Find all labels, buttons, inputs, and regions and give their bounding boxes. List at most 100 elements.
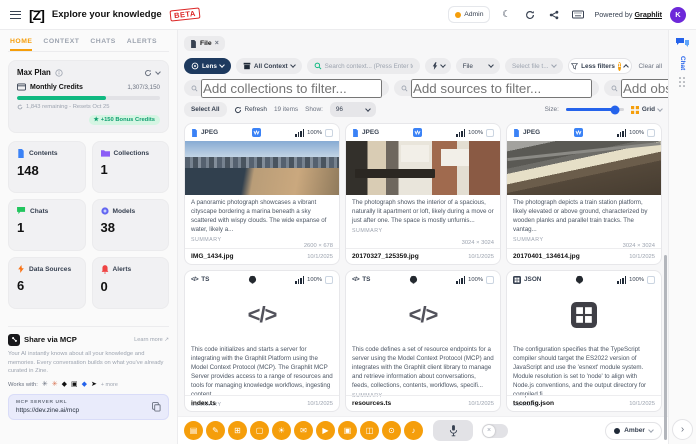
idea-action-button[interactable]: ☀ bbox=[272, 421, 291, 440]
context-search[interactable] bbox=[307, 58, 420, 74]
less-filters-button[interactable]: Less filters 1 bbox=[568, 58, 632, 74]
file-type-dropdown[interactable]: File bbox=[456, 58, 500, 74]
archive-box-icon bbox=[243, 62, 251, 70]
document-action-button[interactable]: ▢ bbox=[250, 421, 269, 440]
quick-actions-dropdown[interactable] bbox=[425, 58, 451, 74]
relevance-bars-icon bbox=[456, 129, 465, 137]
tab-alerts[interactable]: ALERTS bbox=[127, 38, 157, 51]
content-card[interactable]: JPEG 100% A panoramic photograph showcas… bbox=[184, 123, 340, 265]
expand-panel-button[interactable]: › bbox=[672, 419, 693, 440]
content-card[interactable]: </> TS 100% </> This code initializes an… bbox=[184, 270, 340, 412]
contents-icon bbox=[17, 149, 25, 158]
tab-chats[interactable]: CHATS bbox=[90, 38, 115, 51]
card-summary: A panoramic photograph showcases a vibra… bbox=[191, 199, 333, 235]
graphlit-link[interactable]: Graphlit bbox=[634, 10, 662, 19]
stat-models[interactable]: Models 38 bbox=[92, 199, 170, 251]
dark-mode-icon[interactable]: ☾ bbox=[498, 7, 514, 23]
collections-input[interactable] bbox=[201, 79, 382, 98]
keyboard-icon[interactable] bbox=[570, 7, 586, 23]
sources-filter-input[interactable] bbox=[394, 80, 599, 96]
card-summary: The photograph depicts a train station p… bbox=[513, 199, 655, 235]
data-sources-icon bbox=[17, 265, 25, 273]
edit-action-button[interactable]: ✎ bbox=[206, 421, 225, 440]
refresh-credits-icon[interactable] bbox=[144, 69, 152, 77]
mcp-section: Share via MCP Learn more ↗ Your AI insta… bbox=[8, 326, 169, 420]
observations-input[interactable] bbox=[621, 79, 668, 98]
tab-context[interactable]: CONTEXT bbox=[43, 38, 79, 51]
stat-chats[interactable]: Chats 1 bbox=[8, 199, 86, 251]
stat-alerts[interactable]: Alerts 0 bbox=[92, 257, 170, 309]
lightning-icon bbox=[432, 62, 438, 70]
admin-button[interactable]: Admin bbox=[448, 6, 490, 23]
card-checkbox[interactable] bbox=[647, 276, 655, 284]
jpeg-file-icon bbox=[352, 129, 359, 137]
select-all-button[interactable]: Select All bbox=[184, 102, 227, 117]
voice-toggle[interactable]: × bbox=[482, 424, 508, 438]
refresh-icon[interactable] bbox=[522, 7, 538, 23]
observations-filter-input[interactable] bbox=[604, 80, 668, 96]
sources-input[interactable] bbox=[411, 79, 592, 98]
microphone-button[interactable] bbox=[433, 420, 473, 441]
mcp-learn-more-link[interactable]: Learn more ↗ bbox=[134, 337, 169, 343]
user-avatar[interactable]: K bbox=[670, 7, 686, 23]
target-action-button[interactable]: ⊙ bbox=[382, 421, 401, 440]
content-grid: JPEG 100% A panoramic photograph showcas… bbox=[184, 123, 662, 412]
content-card[interactable]: </> TS 100% </> This code defines a set … bbox=[345, 270, 501, 412]
card-type-label: JPEG bbox=[362, 129, 379, 136]
content-card[interactable]: JSON 100% The configuration specifies th… bbox=[506, 270, 662, 412]
card-checkbox[interactable] bbox=[325, 276, 333, 284]
card-thumbnail[interactable] bbox=[507, 141, 661, 195]
select-file-type-dropdown[interactable]: Select file t... bbox=[505, 58, 563, 74]
page-size-dropdown[interactable]: 96 bbox=[330, 102, 376, 117]
lens-button[interactable]: Lens bbox=[184, 58, 231, 74]
clear-all-link[interactable]: Clear all bbox=[639, 63, 662, 70]
filter-count-badge: 1 bbox=[618, 62, 621, 71]
file-action-button[interactable]: ▣ bbox=[338, 421, 357, 440]
card-thumbnail[interactable] bbox=[185, 141, 339, 195]
stat-contents[interactable]: Contents 148 bbox=[8, 141, 86, 193]
chat-panel-label[interactable]: Chat bbox=[679, 56, 686, 70]
typescript-file-icon: </> bbox=[191, 277, 198, 283]
collections-filter-input[interactable] bbox=[184, 80, 389, 96]
hamburger-menu-icon[interactable] bbox=[10, 11, 21, 19]
card-checkbox[interactable] bbox=[325, 129, 333, 137]
content-card[interactable]: JPEG 100% The photograph depicts a train… bbox=[506, 123, 662, 265]
all-context-dropdown[interactable]: All Context bbox=[236, 58, 302, 74]
scrollbar-thumb[interactable] bbox=[664, 255, 667, 440]
card-checkbox[interactable] bbox=[486, 129, 494, 137]
slider-knob[interactable] bbox=[611, 105, 620, 114]
toggle-knob[interactable]: × bbox=[483, 425, 495, 437]
theme-dropdown[interactable]: Amber bbox=[605, 422, 662, 440]
notes-action-button[interactable]: ▤ bbox=[184, 421, 203, 440]
relevance-percent: 100% bbox=[629, 277, 644, 283]
more-tools-label: + more bbox=[101, 382, 118, 388]
card-checkbox[interactable] bbox=[647, 129, 655, 137]
card-filename: IMG_1434.jpg bbox=[191, 253, 234, 260]
file-filter-chip[interactable]: File × bbox=[184, 36, 225, 51]
video-action-button[interactable]: ▶ bbox=[316, 421, 335, 440]
mail-action-button[interactable]: ✉ bbox=[294, 421, 313, 440]
thumbnail-size-slider[interactable] bbox=[566, 108, 624, 111]
copy-icon[interactable] bbox=[152, 402, 161, 412]
chat-panel-icon[interactable] bbox=[676, 37, 689, 49]
items-count: 19 items bbox=[274, 106, 298, 113]
audio-action-button[interactable]: ♪ bbox=[404, 421, 423, 440]
image-action-button[interactable]: ◫ bbox=[360, 421, 379, 440]
chevron-down-icon[interactable] bbox=[155, 69, 161, 75]
tab-home[interactable]: HOME bbox=[10, 38, 32, 51]
content-card[interactable]: JPEG 100% The photograph shows the inter… bbox=[345, 123, 501, 265]
stat-collections[interactable]: Collections 1 bbox=[92, 141, 170, 193]
card-filename: tsconfig.json bbox=[513, 400, 554, 407]
stat-data-sources[interactable]: Data Sources 6 bbox=[8, 257, 86, 309]
apps-action-button[interactable]: ⊞ bbox=[228, 421, 247, 440]
share-icon[interactable] bbox=[546, 7, 562, 23]
app-logo[interactable]: [Z] bbox=[29, 7, 44, 23]
close-icon[interactable]: × bbox=[215, 40, 219, 47]
card-thumbnail[interactable] bbox=[346, 141, 500, 195]
card-checkbox[interactable] bbox=[486, 276, 494, 284]
drag-handle-icon[interactable] bbox=[679, 77, 686, 88]
search-input[interactable] bbox=[325, 63, 413, 70]
star-icon: ★ bbox=[94, 117, 99, 123]
view-mode-dropdown[interactable]: Grid bbox=[631, 106, 662, 114]
refresh-button[interactable]: Refresh bbox=[234, 106, 267, 114]
